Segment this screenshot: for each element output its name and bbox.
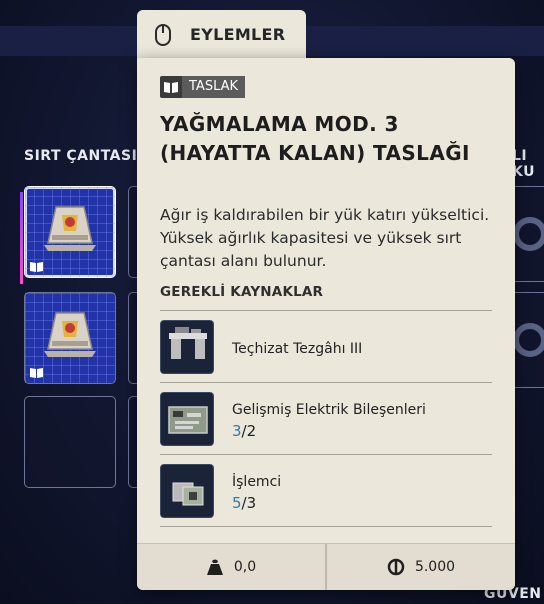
- selection-glow: [20, 192, 23, 284]
- item-tooltip: TASLAK YAĞMALAMA MOD. 3 (HAYATTA KALAN) …: [137, 58, 515, 590]
- weight-value: 0,0: [233, 559, 257, 575]
- resource-need: 2: [246, 422, 257, 440]
- resource-have: 5: [232, 494, 242, 512]
- inventory-slot-3[interactable]: [24, 292, 116, 384]
- mule-blueprint-icon: [44, 312, 96, 357]
- resource-name: Gelişmiş Elektrik Bileşenleri: [232, 402, 426, 418]
- mouse-icon: [155, 24, 171, 46]
- backpack-section-label: SIRT ÇANTASI: [24, 148, 138, 164]
- actions-tab[interactable]: EYLEMLER: [137, 10, 306, 60]
- value-amount: 5.000: [414, 559, 456, 575]
- inventory-slot-1[interactable]: [24, 186, 116, 278]
- divider: [160, 382, 492, 383]
- item-description: Ağır iş kaldırabilen bir yük katırı yüks…: [160, 206, 490, 270]
- circuit-board-icon: [160, 392, 214, 446]
- slot-ring-icon: [513, 323, 544, 357]
- divider: [160, 526, 492, 527]
- right-section-label: LI KU: [512, 148, 535, 180]
- book-icon: [160, 76, 182, 98]
- weight-stat: 0,0: [137, 544, 325, 590]
- watermark: [137, 334, 148, 367]
- resource-need: 3: [246, 494, 257, 512]
- blueprint-badge: TASLAK: [160, 76, 246, 98]
- resource-count: 3/2: [232, 422, 257, 440]
- resource-name: İşlemci: [232, 474, 282, 490]
- mule-blueprint-icon: [44, 206, 96, 251]
- resource-count: 5/3: [232, 494, 257, 512]
- weight-icon: [206, 559, 223, 575]
- currency-icon: [387, 558, 405, 576]
- slot-ring-icon: [513, 217, 544, 251]
- badge-label: TASLAK: [182, 76, 246, 98]
- workbench-icon: [160, 320, 214, 374]
- divider: [160, 454, 492, 455]
- resource-have: 3: [232, 422, 242, 440]
- resource-name: Teçhizat Tezgâhı III: [232, 341, 363, 357]
- blueprint-book-icon: [30, 368, 43, 378]
- processor-icon: [160, 464, 214, 518]
- requirements-header: GEREKLİ KAYNAKLAR: [160, 284, 324, 300]
- blueprint-book-icon: [30, 262, 43, 272]
- tooltip-footer: 0,0 5.000: [137, 543, 515, 590]
- divider: [160, 310, 492, 311]
- value-stat: 5.000: [325, 544, 515, 590]
- inventory-slot-5[interactable]: [24, 396, 116, 488]
- actions-tab-label: EYLEMLER: [190, 25, 286, 44]
- item-title: YAĞMALAMA MOD. 3 (HAYATTA KALAN) TASLAĞI: [160, 112, 470, 165]
